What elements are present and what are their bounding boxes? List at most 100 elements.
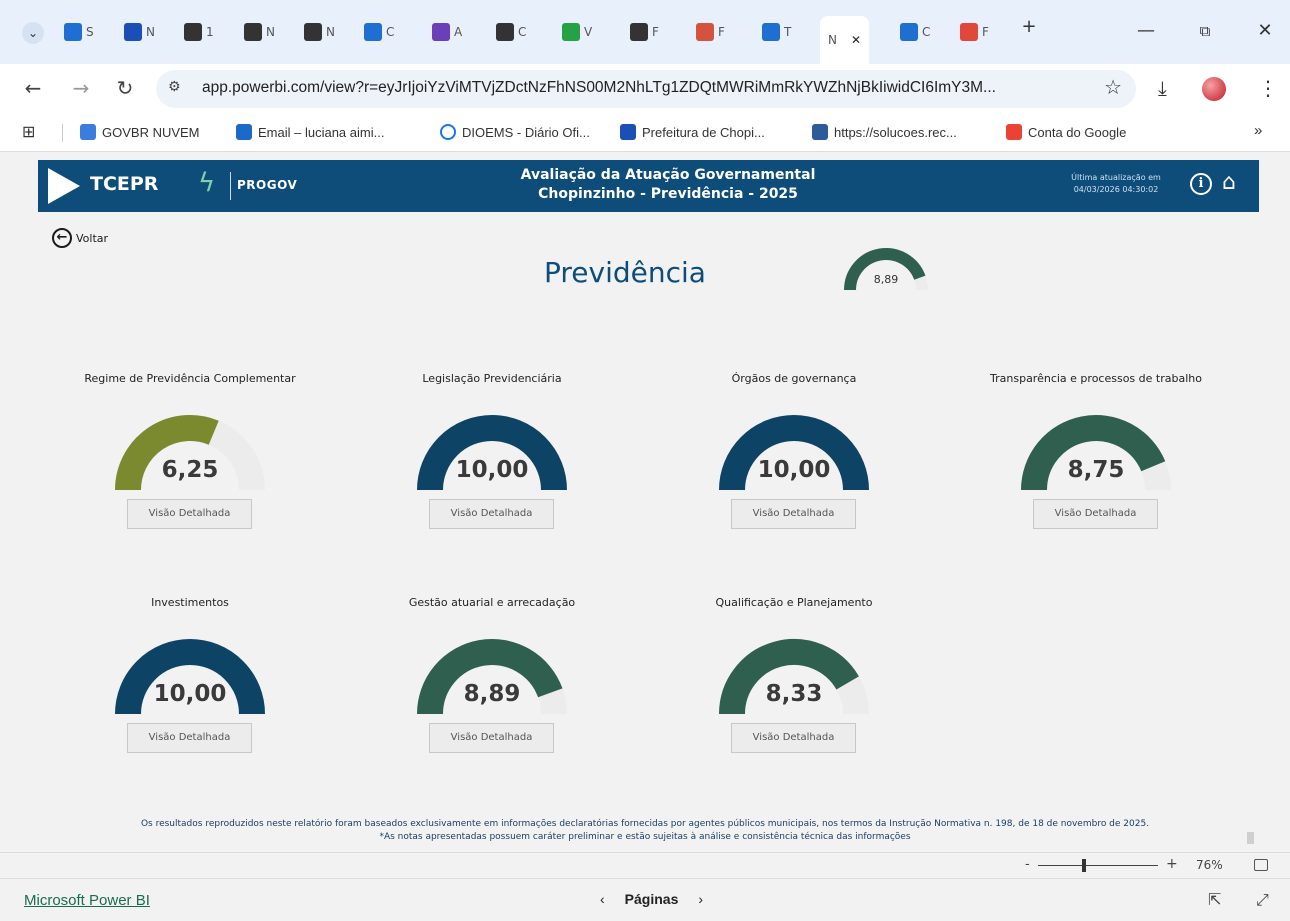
tab-label: N [266, 25, 275, 39]
tab-active-label: N [828, 33, 837, 47]
tab-favicon-icon [762, 23, 780, 41]
tab-favicon-icon [64, 23, 82, 41]
tab-favicon-icon [496, 23, 514, 41]
tab-search-dropdown[interactable]: ⌄ [22, 22, 44, 44]
bookmark-label: GOVBR NUVEM [102, 124, 200, 140]
profile-avatar[interactable] [1202, 77, 1226, 101]
browser-tab[interactable]: N [124, 16, 155, 48]
bookmark-item[interactable]: Email – luciana aimi... [236, 124, 384, 140]
detailed-view-button[interactable]: Visão Detalhada [429, 499, 554, 529]
browser-tab-strip: ⌄ S N 1 N N C A C V F F T N ✕ C F + — ⧉ ✕ [0, 0, 1290, 64]
fit-to-page-icon[interactable] [1254, 859, 1268, 871]
back-button[interactable]: ← Voltar [52, 228, 108, 248]
bookmark-item[interactable]: Prefeitura de Chopi... [620, 124, 765, 140]
browser-tab[interactable]: T [762, 16, 791, 48]
tab-label: S [86, 25, 94, 39]
browser-tab[interactable]: 1 [184, 16, 214, 48]
download-icon[interactable]: ⤓ [1158, 76, 1167, 100]
minimize-button[interactable]: — [1131, 20, 1161, 41]
omnibox[interactable]: ⚙ app.powerbi.com/view?r=eyJrIjoiYzViMTV… [156, 70, 1136, 108]
score-card-title: Órgãos de governança [731, 372, 857, 385]
share-icon[interactable]: ⇱ [1208, 890, 1221, 909]
d-icon [620, 124, 636, 140]
back-label: Voltar [76, 231, 109, 245]
last-update: Última atualização em 04/03/2026 04:30:0… [1046, 172, 1186, 196]
site-settings-icon[interactable]: ⚙ [168, 79, 181, 95]
browser-tab[interactable]: C [900, 16, 930, 48]
home-icon[interactable]: ⌂ [1222, 170, 1236, 195]
browser-tab[interactable]: F [960, 16, 989, 48]
tab-favicon-icon [696, 23, 714, 41]
menu-kebab-icon[interactable]: ⋮ [1258, 76, 1278, 100]
new-tab-button[interactable]: + [1014, 16, 1044, 37]
tab-label: F [982, 25, 989, 39]
forward-arrow-icon[interactable]: → [68, 76, 94, 100]
tab-favicon-icon [244, 23, 262, 41]
overall-gauge: 8,89 [840, 240, 932, 294]
prev-page-button[interactable]: ‹ [600, 891, 605, 907]
back-arrow-icon[interactable]: ← [20, 76, 46, 100]
page-navigator: ‹ Páginas › [600, 891, 703, 907]
pages-label[interactable]: Páginas [625, 891, 679, 907]
detailed-view-button[interactable]: Visão Detalhada [731, 499, 856, 529]
detailed-view-button[interactable]: Visão Detalhada [1033, 499, 1158, 529]
tab-favicon-icon [562, 23, 580, 41]
tab-label: T [784, 25, 792, 39]
detailed-view-button[interactable]: Visão Detalhada [731, 723, 856, 753]
globe-icon [812, 124, 828, 140]
tab-favicon-icon [630, 23, 648, 41]
url-text[interactable]: app.powerbi.com/view?r=eyJrIjoiYzViMTVjZ… [202, 79, 996, 97]
bookmarks-more-button[interactable]: » [1254, 122, 1262, 139]
zoom-slider-track[interactable] [1038, 865, 1158, 866]
bookmark-star-icon[interactable]: ☆ [1104, 75, 1122, 99]
browser-tab[interactable]: A [432, 16, 462, 48]
tab-close-icon[interactable]: ✕ [851, 33, 861, 47]
footer-bar: Microsoft Power BI ‹ Páginas › ⇱ ⤢ [0, 878, 1290, 921]
brand-name: TCEPR [90, 173, 159, 195]
reload-icon[interactable]: ↻ [112, 76, 138, 100]
browser-tab[interactable]: C [364, 16, 394, 48]
browser-tab[interactable]: F [630, 16, 659, 48]
disclaimer: Os resultados reproduzidos neste relatór… [40, 818, 1250, 844]
close-window-button[interactable]: ✕ [1250, 20, 1280, 41]
next-page-button[interactable]: › [698, 891, 703, 907]
bookmark-item[interactable]: Conta do Google [1006, 124, 1126, 140]
score-card: Órgãos de governança 10,00 Visão Detalhada [644, 372, 944, 542]
score-card: Investimentos 10,00 Visão Detalhada [40, 596, 340, 766]
tab-active[interactable]: N ✕ [820, 16, 870, 64]
last-update-time: 04/03/2026 04:30:02 [1073, 185, 1159, 194]
bookmark-item[interactable]: https://solucoes.rec... [812, 124, 957, 140]
bookmark-item[interactable]: GOVBR NUVEM [80, 124, 200, 140]
zoom-in-button[interactable]: + [1166, 856, 1178, 872]
fullscreen-icon[interactable]: ⤢ [1256, 890, 1269, 910]
report-scrollbar[interactable] [1247, 832, 1254, 844]
info-icon[interactable]: i [1190, 173, 1212, 195]
progov-logo-icon: ϟ [198, 168, 216, 198]
zoom-out-button[interactable]: - [1025, 857, 1030, 872]
power-bi-link[interactable]: Microsoft Power BI [24, 892, 150, 909]
zoom-slider-thumb[interactable] [1082, 859, 1086, 872]
detailed-view-button[interactable]: Visão Detalhada [127, 499, 252, 529]
detailed-view-button[interactable]: Visão Detalhada [127, 723, 252, 753]
zoom-percent: 76% [1196, 858, 1223, 872]
score-card-title: Transparência e processos de trabalho [990, 372, 1202, 385]
apps-grid-icon[interactable]: ⊞ [22, 122, 35, 142]
score-value: 8,33 [765, 681, 823, 707]
restore-button[interactable]: ⧉ [1190, 22, 1220, 40]
browser-tab[interactable]: S [64, 16, 94, 48]
browser-tab[interactable]: V [562, 16, 592, 48]
outlook-icon [236, 124, 252, 140]
browser-tab[interactable]: N [304, 16, 335, 48]
report-title-line2: Chopinzinho - Previdência - 2025 [538, 186, 798, 202]
score-value: 8,89 [463, 681, 521, 707]
score-card-title: Investimentos [151, 596, 229, 609]
browser-tab[interactable]: C [496, 16, 526, 48]
detailed-view-button[interactable]: Visão Detalhada [429, 723, 554, 753]
tab-label: C [518, 25, 527, 39]
bookmark-item[interactable]: DIOEMS - Diário Ofi... [440, 124, 590, 140]
browser-tab[interactable]: F [696, 16, 725, 48]
browser-tab[interactable]: N [244, 16, 275, 48]
tab-label: F [718, 25, 725, 39]
score-card: Regime de Previdência Complementar 6,25 Vi… [40, 372, 340, 542]
tab-favicon-icon [184, 23, 202, 41]
